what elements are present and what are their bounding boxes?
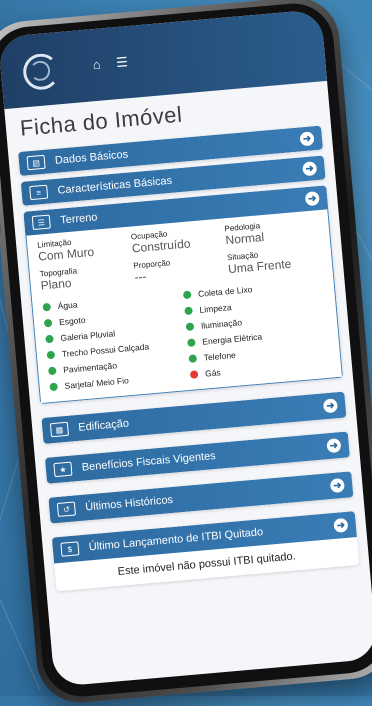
home-icon[interactable]: ⌂ — [92, 57, 101, 73]
status-dot — [187, 338, 196, 348]
status-dot — [42, 302, 52, 312]
arrow-right-icon[interactable]: ➜ — [326, 438, 342, 454]
arrow-right-icon[interactable]: ➜ — [299, 131, 315, 147]
status-dot — [43, 318, 53, 328]
arrow-right-icon[interactable]: ➜ — [329, 477, 345, 494]
service-label: Energia Elétrica — [201, 331, 263, 347]
building-icon: ▦ — [49, 421, 70, 438]
arrow-right-icon[interactable]: ➜ — [322, 398, 338, 414]
service-label: Coleta de Lixo — [197, 284, 253, 299]
service-label: Esgoto — [58, 314, 86, 328]
arrow-right-icon[interactable]: ➜ — [302, 161, 318, 177]
terreno-card: ☰ Terreno ➜ Limitação Com Muro Ocupação Co… — [23, 185, 343, 405]
itbi-card: $ Último Lançamento de ITBI Quitado ➜ Es… — [51, 511, 360, 592]
status-dot — [49, 382, 59, 392]
service-label: Gás — [204, 367, 222, 379]
list-icon[interactable]: ☰ — [116, 54, 129, 70]
status-dot — [182, 290, 192, 300]
app-screen: ⌂ ☰ Ficha do Imóvel ▤ Dados Básicos ➜ ≡ … — [0, 9, 372, 687]
service-label: Sarjeta/ Meio Fio — [64, 375, 130, 391]
status-dot — [46, 350, 56, 360]
service-label: Limpeza — [199, 302, 232, 315]
arrow-right-icon[interactable]: ➜ — [333, 517, 349, 533]
status-dot — [184, 306, 193, 316]
service-label: Trecho Possui Calçada — [61, 341, 150, 359]
arrow-right-icon[interactable]: ➜ — [304, 191, 320, 207]
status-dot — [47, 366, 57, 376]
star-icon: ★ — [53, 461, 73, 478]
service-label: Galeria Pluvial — [60, 328, 116, 344]
phone-mockup: ⌂ ☰ Ficha do Imóvel ▤ Dados Básicos ➜ ≡ … — [0, 0, 372, 706]
history-icon: ↺ — [56, 501, 76, 517]
historicos-label: Últimos Históricos — [84, 493, 174, 514]
service-label: Água — [57, 299, 78, 312]
money-icon: $ — [60, 541, 80, 557]
terreno-services: Água Coleta de Lixo Esgoto Limpeza Galer… — [42, 278, 331, 392]
edificacao-label: Edificação — [77, 417, 130, 434]
status-dot — [188, 354, 198, 363]
status-dot — [45, 334, 54, 344]
service-label: Telefone — [203, 349, 237, 363]
document-icon: ≡ — [29, 184, 49, 201]
status-dot — [185, 322, 195, 332]
service-label: Pavimentação — [62, 360, 118, 375]
beneficios-label: Benefícios Fiscais Vigentes — [81, 450, 217, 474]
status-dot — [189, 370, 199, 379]
id-card-icon: ▤ — [26, 154, 46, 171]
list-checks-icon: ☰ — [31, 214, 51, 231]
service-label: Iluminação — [200, 317, 243, 331]
